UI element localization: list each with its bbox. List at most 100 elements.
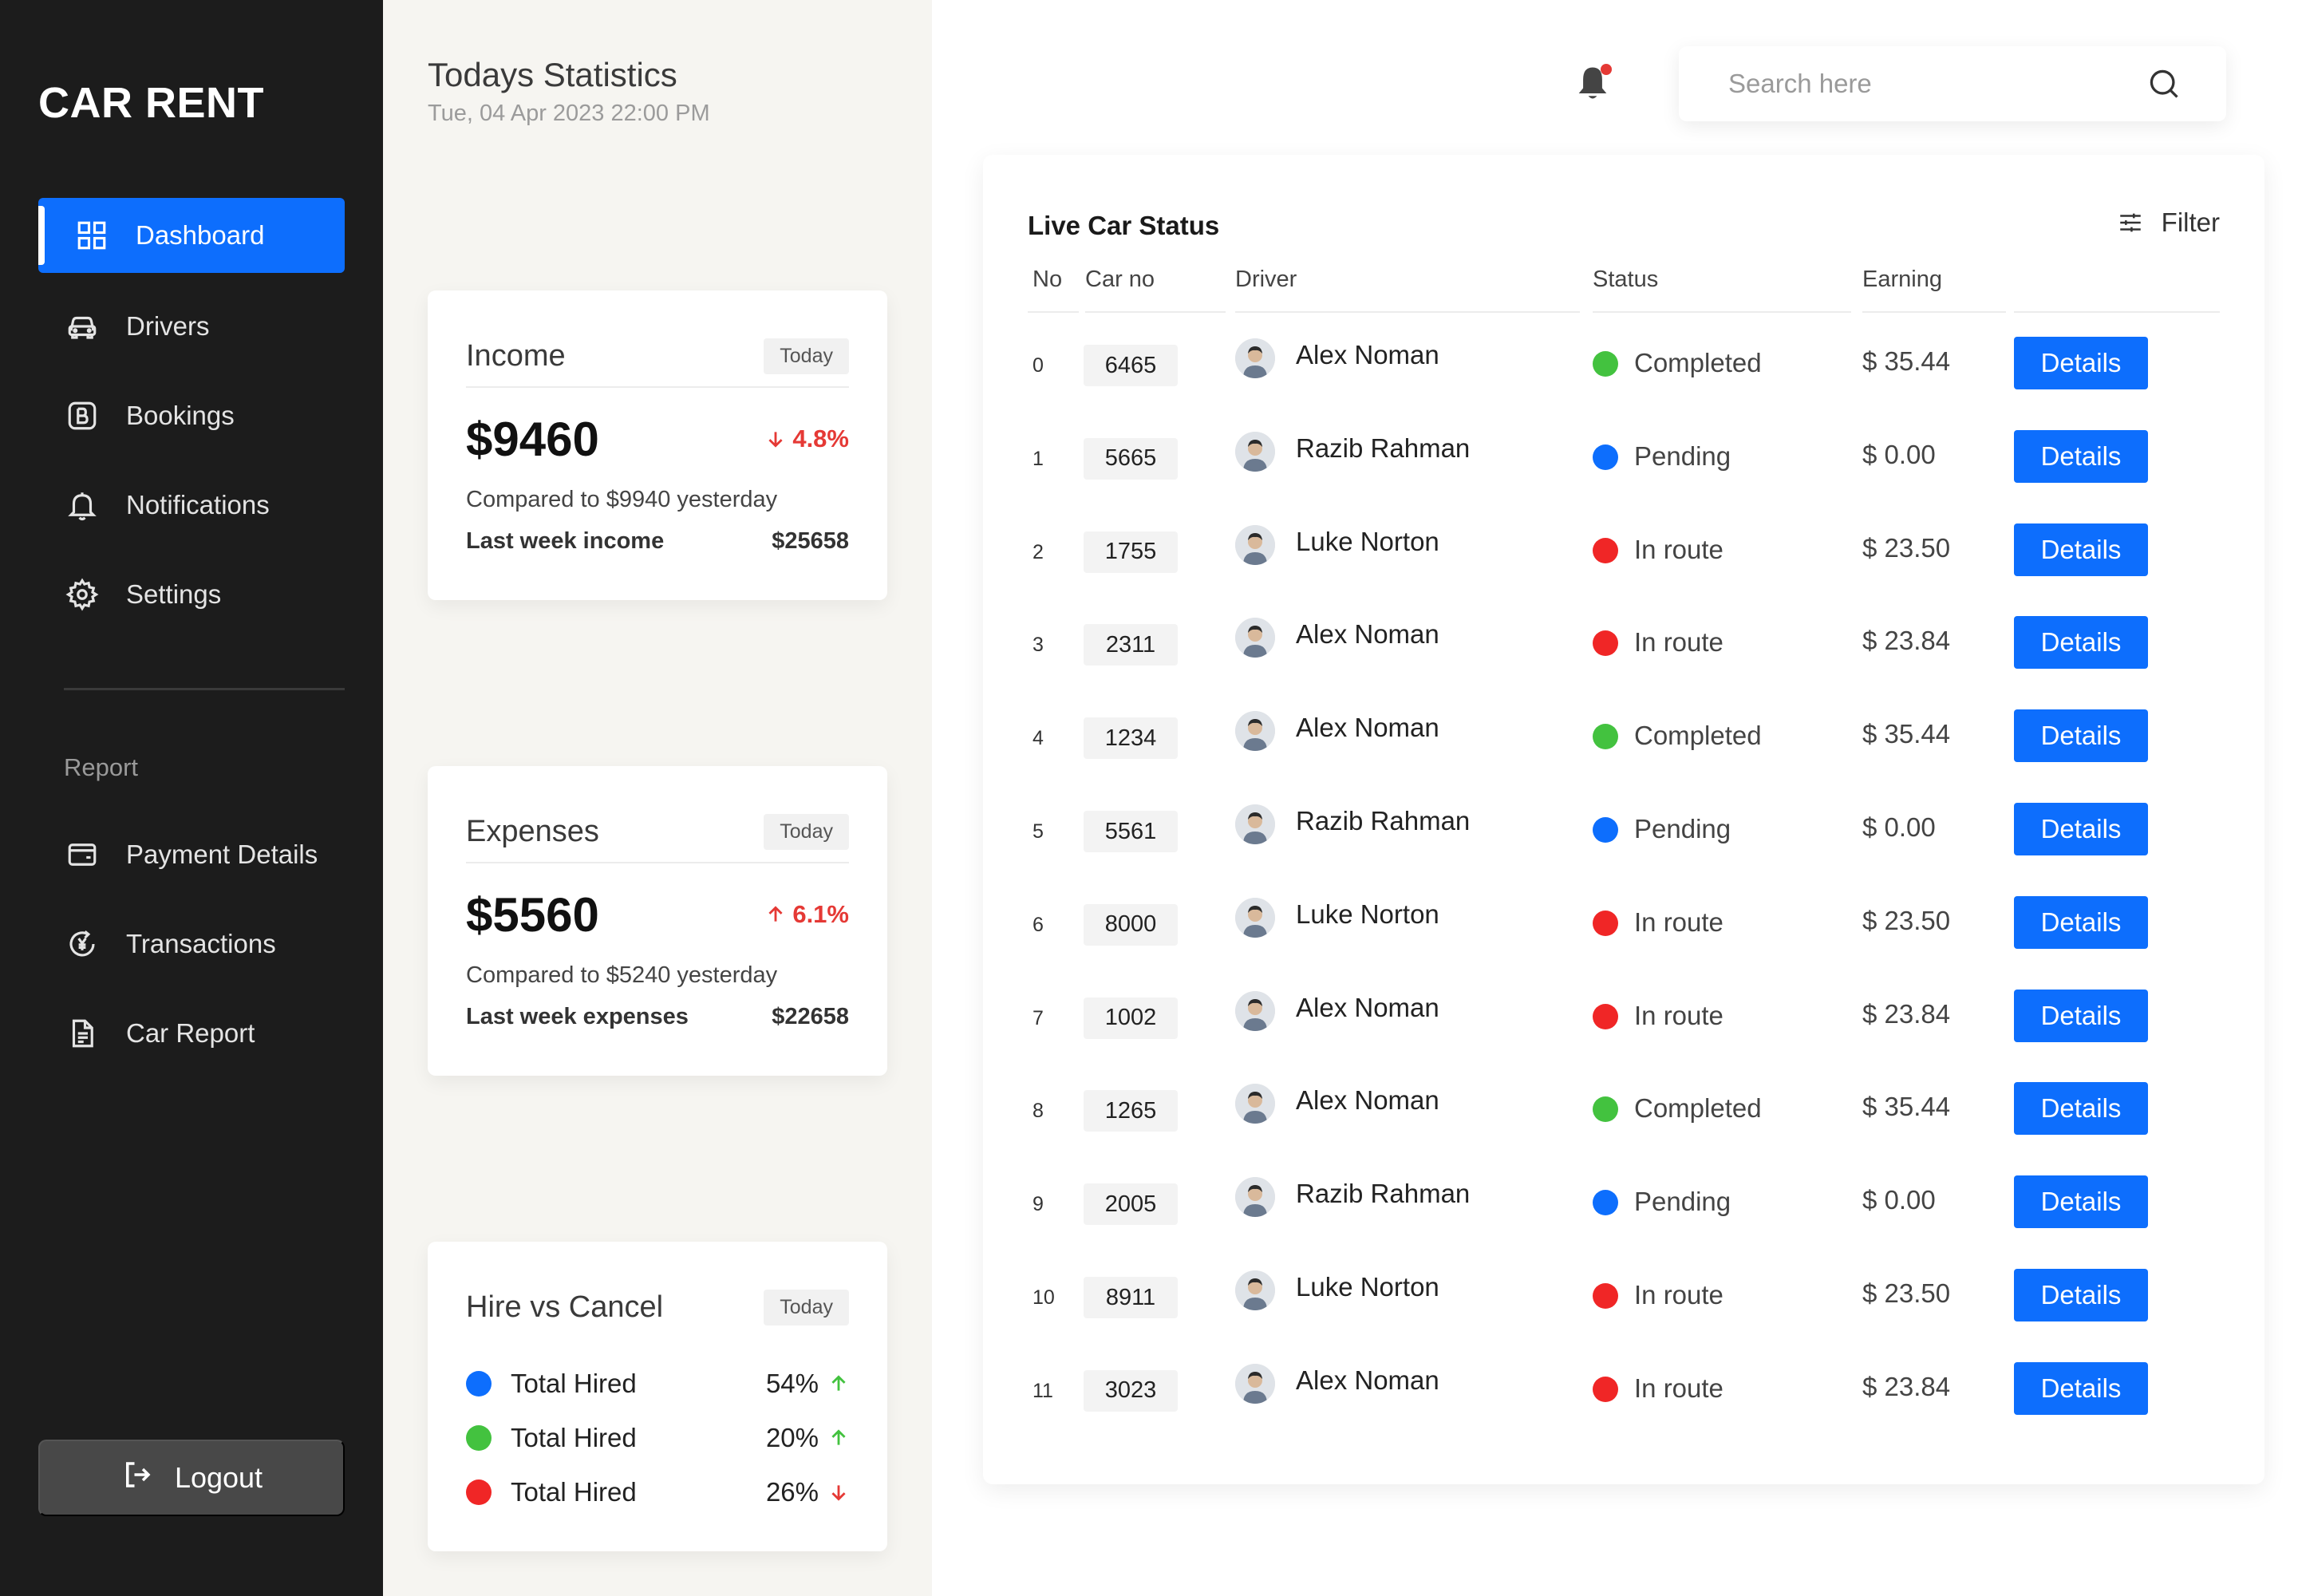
earning-value: $ 35.44 (1862, 1092, 1951, 1122)
car-number-badge: 8911 (1084, 1277, 1178, 1318)
sidebar-item-transactions[interactable]: Transactions (38, 907, 345, 982)
lastweek-expenses-value: $22658 (772, 1004, 849, 1029)
hire-vs-cancel-card: Hire vs Cancel Today Total Hired 54% Tot… (428, 1242, 887, 1551)
arrow-down-icon (831, 1485, 846, 1501)
driver-name: Razib Rahman (1296, 1179, 1471, 1209)
details-button[interactable]: Details (2014, 803, 2148, 855)
details-button[interactable]: Details (2014, 709, 2148, 763)
sidebar-item-bookings[interactable]: Bookings (38, 378, 345, 453)
table-row: 0 6465 Alex Noman Completed $ 35.44 Details (983, 337, 2264, 393)
column-header-earning[interactable]: Earning (1862, 267, 1942, 293)
car-number-badge: 8000 (1084, 903, 1178, 946)
hire-percent: 20% (765, 1423, 819, 1452)
search-input[interactable] (1728, 69, 2146, 99)
car-number-badge: 1234 (1084, 717, 1178, 760)
filter-button[interactable]: Filter (2117, 207, 2220, 238)
notification-badge (1601, 64, 1612, 75)
sidebar-item-drivers[interactable]: Drivers (38, 289, 345, 364)
sidebar: CAR RENT Dashboard Drivers Bookings Noti… (0, 0, 383, 1596)
status-dot (1593, 817, 1618, 843)
status-dot (1593, 1003, 1618, 1029)
details-button[interactable]: Details (2014, 1361, 2148, 1415)
row-number: 3 (1033, 634, 1044, 657)
current-date: Tue, 04 Apr 2023 22:00 PM (428, 101, 710, 126)
details-button[interactable]: Details (2014, 523, 2148, 576)
status-label: In route (1634, 534, 1724, 564)
row-number: 0 (1033, 354, 1044, 377)
logout-button[interactable]: Logout (38, 1440, 345, 1516)
arrow-down-icon (768, 432, 783, 448)
driver-name: Luke Norton (1296, 899, 1439, 929)
table-row: 7 1002 Alex Noman In route $ 23.84 Details (983, 989, 2264, 1045)
notification-bell-button[interactable] (1572, 62, 1613, 104)
hire-row: Total Hired 20% (466, 1420, 849, 1456)
row-number: 10 (1033, 1286, 1055, 1309)
avatar (1235, 897, 1275, 938)
divider (466, 862, 849, 863)
earning-value: $ 23.50 (1862, 905, 1951, 935)
sidebar-item-car-report[interactable]: Car Report (38, 996, 345, 1071)
earning-value: $ 23.50 (1862, 1278, 1951, 1308)
header-underline (2014, 311, 2220, 313)
details-button[interactable]: Details (2014, 337, 2148, 389)
arrow-up-icon (831, 1375, 846, 1391)
hire-label: Total Hired (511, 1477, 637, 1507)
details-button[interactable]: Details (2014, 1082, 2148, 1136)
header-underline (1862, 311, 2006, 313)
row-number: 4 (1033, 727, 1044, 750)
table-row: 10 8911 Luke Norton In route $ 23.50 Details (983, 1269, 2264, 1325)
column-header-driver[interactable]: Driver (1235, 267, 1297, 293)
period-badge: Today (764, 1289, 849, 1325)
sidebar-item-dashboard[interactable]: Dashboard (38, 198, 345, 273)
hire-row: Total Hired 54% (466, 1366, 849, 1401)
hire-percent: 26% (765, 1477, 819, 1507)
details-button[interactable]: Details (2014, 895, 2148, 949)
header-underline (1235, 311, 1580, 313)
details-button[interactable]: Details (2014, 1175, 2148, 1229)
driver-name: Alex Noman (1296, 340, 1439, 369)
row-number: 7 (1033, 1006, 1044, 1029)
search-icon[interactable] (2146, 66, 2182, 101)
sidebar-item-payment-details[interactable]: Payment Details (38, 817, 345, 892)
avatar (1235, 1084, 1275, 1124)
lastweek-expenses-label: Last week expenses (466, 1004, 689, 1029)
row-number: 8 (1033, 1100, 1044, 1123)
table-row: 4 1234 Alex Noman Completed $ 35.44 Details (983, 709, 2264, 765)
live-car-status-panel: Live Car Status Filter No Car no Driver … (983, 155, 2264, 1484)
expenses-delta: 6.1% (765, 900, 849, 929)
sidebar-item-settings[interactable]: Settings (38, 557, 345, 632)
column-header-car-no[interactable]: Car no (1085, 267, 1155, 293)
currency-exchange-icon (64, 926, 101, 962)
status-label: In route (1634, 1373, 1724, 1403)
card-title: Hire vs Cancel (466, 1290, 664, 1324)
status-dot (1593, 724, 1618, 750)
bookings-icon (64, 397, 101, 434)
sidebar-item-notifications[interactable]: Notifications (38, 468, 345, 543)
expenses-amount: $5560 (466, 888, 599, 942)
table-row: 2 1755 Luke Norton In route $ 23.50 Details (983, 523, 2264, 579)
lastweek-income-value: $25658 (772, 528, 849, 554)
status-label: Completed (1634, 1093, 1762, 1124)
avatar (1235, 524, 1275, 565)
header-underline (1593, 311, 1851, 313)
column-header-status[interactable]: Status (1593, 267, 1658, 293)
column-header-no[interactable]: No (1033, 267, 1062, 293)
panel-title: Live Car Status (1028, 211, 1220, 240)
status-dot (1593, 351, 1618, 377)
driver-name: Razib Rahman (1296, 433, 1471, 463)
earning-value: $ 23.50 (1862, 532, 1951, 563)
details-button[interactable]: Details (2014, 1269, 2148, 1321)
driver-name: Alex Noman (1296, 1365, 1439, 1395)
expenses-delta-value: 6.1% (792, 900, 849, 928)
details-button[interactable]: Details (2014, 989, 2148, 1042)
earning-value: $ 0.00 (1862, 439, 1936, 469)
details-button[interactable]: Details (2014, 429, 2148, 483)
table-row: 6 8000 Luke Norton In route $ 23.50 Details (983, 895, 2264, 952)
row-number: 5 (1033, 820, 1044, 843)
bell-icon (64, 487, 101, 523)
card-title: Expenses (466, 814, 599, 848)
avatar (1235, 618, 1275, 658)
status-dot (1593, 1283, 1618, 1309)
status-label: Completed (1634, 348, 1762, 377)
details-button[interactable]: Details (2014, 616, 2148, 670)
